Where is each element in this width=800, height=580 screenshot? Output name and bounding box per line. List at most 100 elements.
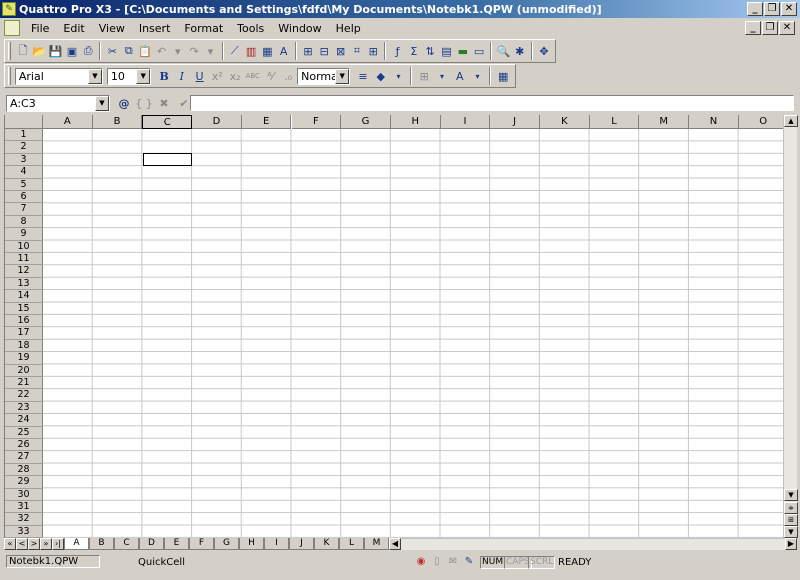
text-box-icon[interactable]: A — [276, 42, 290, 60]
menu-window[interactable]: Window — [271, 22, 328, 35]
quattro-app-icon[interactable]: ✎ — [2, 2, 16, 16]
row-header-1[interactable]: 1 — [5, 129, 43, 142]
quicksum-icon[interactable]: Σ — [407, 42, 421, 60]
document-icon[interactable] — [4, 20, 20, 36]
row-header-32[interactable]: 32 — [5, 513, 43, 526]
column-header-j[interactable]: J — [490, 115, 540, 129]
sort-icon[interactable]: ⇅ — [423, 42, 437, 60]
strikethrough-icon[interactable]: ABC — [245, 67, 261, 85]
row-header-31[interactable]: 31 — [5, 501, 43, 514]
braces-icon[interactable]: { } — [135, 94, 153, 112]
alignment-icon[interactable]: ≡ — [355, 67, 371, 85]
scroll-right-icon[interactable]: ▶ — [785, 538, 797, 550]
row-header-28[interactable]: 28 — [5, 463, 43, 477]
row-header-29[interactable]: 29 — [5, 476, 43, 489]
row-header-16[interactable]: 16 — [5, 315, 43, 328]
scroll-down-2-icon[interactable]: ▼ — [784, 526, 798, 538]
navigate-icon[interactable]: ✥ — [537, 42, 551, 60]
cut-icon[interactable]: ✂ — [105, 42, 119, 60]
chevron-down-icon[interactable]: ▼ — [136, 68, 151, 84]
prev-sheet-icon[interactable]: < — [16, 538, 28, 550]
next-sheet-icon[interactable]: > — [28, 538, 40, 550]
format-icon[interactable]: ᴬ⁄ — [263, 67, 279, 85]
row-header-22[interactable]: 22 — [5, 389, 43, 402]
menu-view[interactable]: View — [92, 22, 132, 35]
sheet-tab-h[interactable]: H — [239, 538, 264, 550]
function-icon[interactable]: ƒ — [390, 42, 404, 60]
undo-icon[interactable]: ↶ — [154, 42, 168, 60]
horizontal-scrollbar[interactable] — [401, 538, 785, 550]
row-header-4[interactable]: 4 — [5, 166, 43, 179]
row-header-10[interactable]: 10 — [5, 240, 43, 253]
bold-icon[interactable]: B — [156, 67, 172, 85]
column-header-f[interactable]: F — [291, 115, 342, 129]
sheet-tab-j[interactable]: J — [289, 538, 314, 550]
quickfit-icon[interactable]: ⟋ — [228, 42, 242, 60]
sheet-tab-l[interactable]: L — [339, 538, 364, 550]
save-icon[interactable]: 💾 — [48, 42, 63, 60]
row-header-33[interactable]: 33 — [5, 525, 43, 538]
menu-insert[interactable]: Insert — [132, 22, 178, 35]
row-header-3[interactable]: 3 — [5, 153, 43, 167]
redo-icon[interactable]: ↷ — [187, 42, 201, 60]
delete-columns-icon[interactable]: ⌗ — [350, 42, 364, 60]
row-header-25[interactable]: 25 — [5, 426, 43, 439]
row-header-8[interactable]: 8 — [5, 215, 43, 229]
zoom-icon[interactable]: 🔍 — [496, 42, 511, 60]
image-icon[interactable]: ▦ — [260, 42, 274, 60]
sheet-view-icon[interactable]: ▭ — [472, 42, 486, 60]
column-header-n[interactable]: N — [689, 115, 739, 129]
pane-split-icon[interactable]: ≑ — [784, 502, 798, 514]
row-header-20[interactable]: 20 — [5, 364, 43, 377]
document-status-icon[interactable]: ▯ — [431, 556, 443, 568]
text-color-dropdown-icon[interactable]: ▾ — [470, 67, 486, 85]
sheet-tab-c[interactable]: C — [114, 538, 139, 550]
formula-input[interactable] — [190, 95, 794, 111]
row-header-24[interactable]: 24 — [5, 414, 43, 427]
column-header-b[interactable]: B — [92, 115, 143, 129]
close-button[interactable]: ✕ — [781, 2, 797, 16]
spreadsheet-grid[interactable]: ABCDEFGHIJKLMNO 1 2 3 4 5 6 7 8 9 10 11 12 13 14 15 16 1… — [4, 115, 783, 538]
column-header-m[interactable]: M — [639, 115, 690, 129]
insert-rows-icon[interactable]: ⊞ — [301, 42, 315, 60]
row-header-13[interactable]: 13 — [5, 277, 43, 291]
borders-icon[interactable]: ⊞ — [416, 67, 432, 85]
sheet-tab-k[interactable]: K — [314, 538, 339, 550]
scroll-down-icon[interactable]: ▼ — [784, 489, 798, 501]
speedformat-icon[interactable]: ▦ — [495, 67, 511, 85]
row-header-7[interactable]: 7 — [5, 203, 43, 216]
pane-grid-icon[interactable]: ⊞ — [784, 514, 798, 526]
copy-icon[interactable]: ⧉ — [122, 42, 136, 60]
font-select[interactable]: Arial ▼ — [14, 67, 103, 85]
sheet-tab-m[interactable]: M — [364, 538, 389, 550]
minimize-button[interactable]: _ — [747, 2, 763, 16]
column-header-g[interactable]: G — [341, 115, 391, 129]
chevron-down-icon[interactable]: ▼ — [95, 95, 109, 111]
superscript-icon[interactable]: x² — [209, 67, 225, 85]
row-header-18[interactable]: 18 — [5, 339, 43, 353]
menu-help[interactable]: Help — [329, 22, 368, 35]
chevron-down-icon[interactable]: ▼ — [87, 68, 102, 84]
underline-icon[interactable]: U — [192, 67, 208, 85]
undo-dropdown-icon[interactable]: ▾ — [171, 42, 185, 60]
sheet-tab-a[interactable]: A — [64, 538, 89, 550]
print-icon[interactable]: ⎙ — [81, 42, 95, 60]
row-header-14[interactable]: 14 — [5, 290, 43, 303]
table-icon[interactable]: ⊞ — [366, 42, 380, 60]
column-header-k[interactable]: K — [540, 115, 590, 129]
italic-icon[interactable]: I — [174, 67, 190, 85]
redo-dropdown-icon[interactable]: ▾ — [203, 42, 217, 60]
active-cell[interactable] — [143, 153, 192, 166]
save-as-icon[interactable]: ▣ — [65, 42, 79, 60]
row-header-30[interactable]: 30 — [5, 488, 43, 501]
column-header-o[interactable]: O — [738, 115, 783, 129]
row-header-5[interactable]: 5 — [5, 178, 43, 191]
paste-icon[interactable]: 📋 — [138, 42, 152, 60]
doc-restore-button[interactable]: ❐ — [762, 21, 778, 35]
scroll-up-icon[interactable]: ▲ — [784, 115, 798, 127]
style-select[interactable]: Normal ▼ — [297, 67, 351, 85]
column-header-i[interactable]: I — [440, 115, 491, 129]
insert-columns-icon[interactable]: ⊠ — [333, 42, 347, 60]
delete-rows-icon[interactable]: ⊟ — [317, 42, 331, 60]
row-header-17[interactable]: 17 — [5, 327, 43, 340]
